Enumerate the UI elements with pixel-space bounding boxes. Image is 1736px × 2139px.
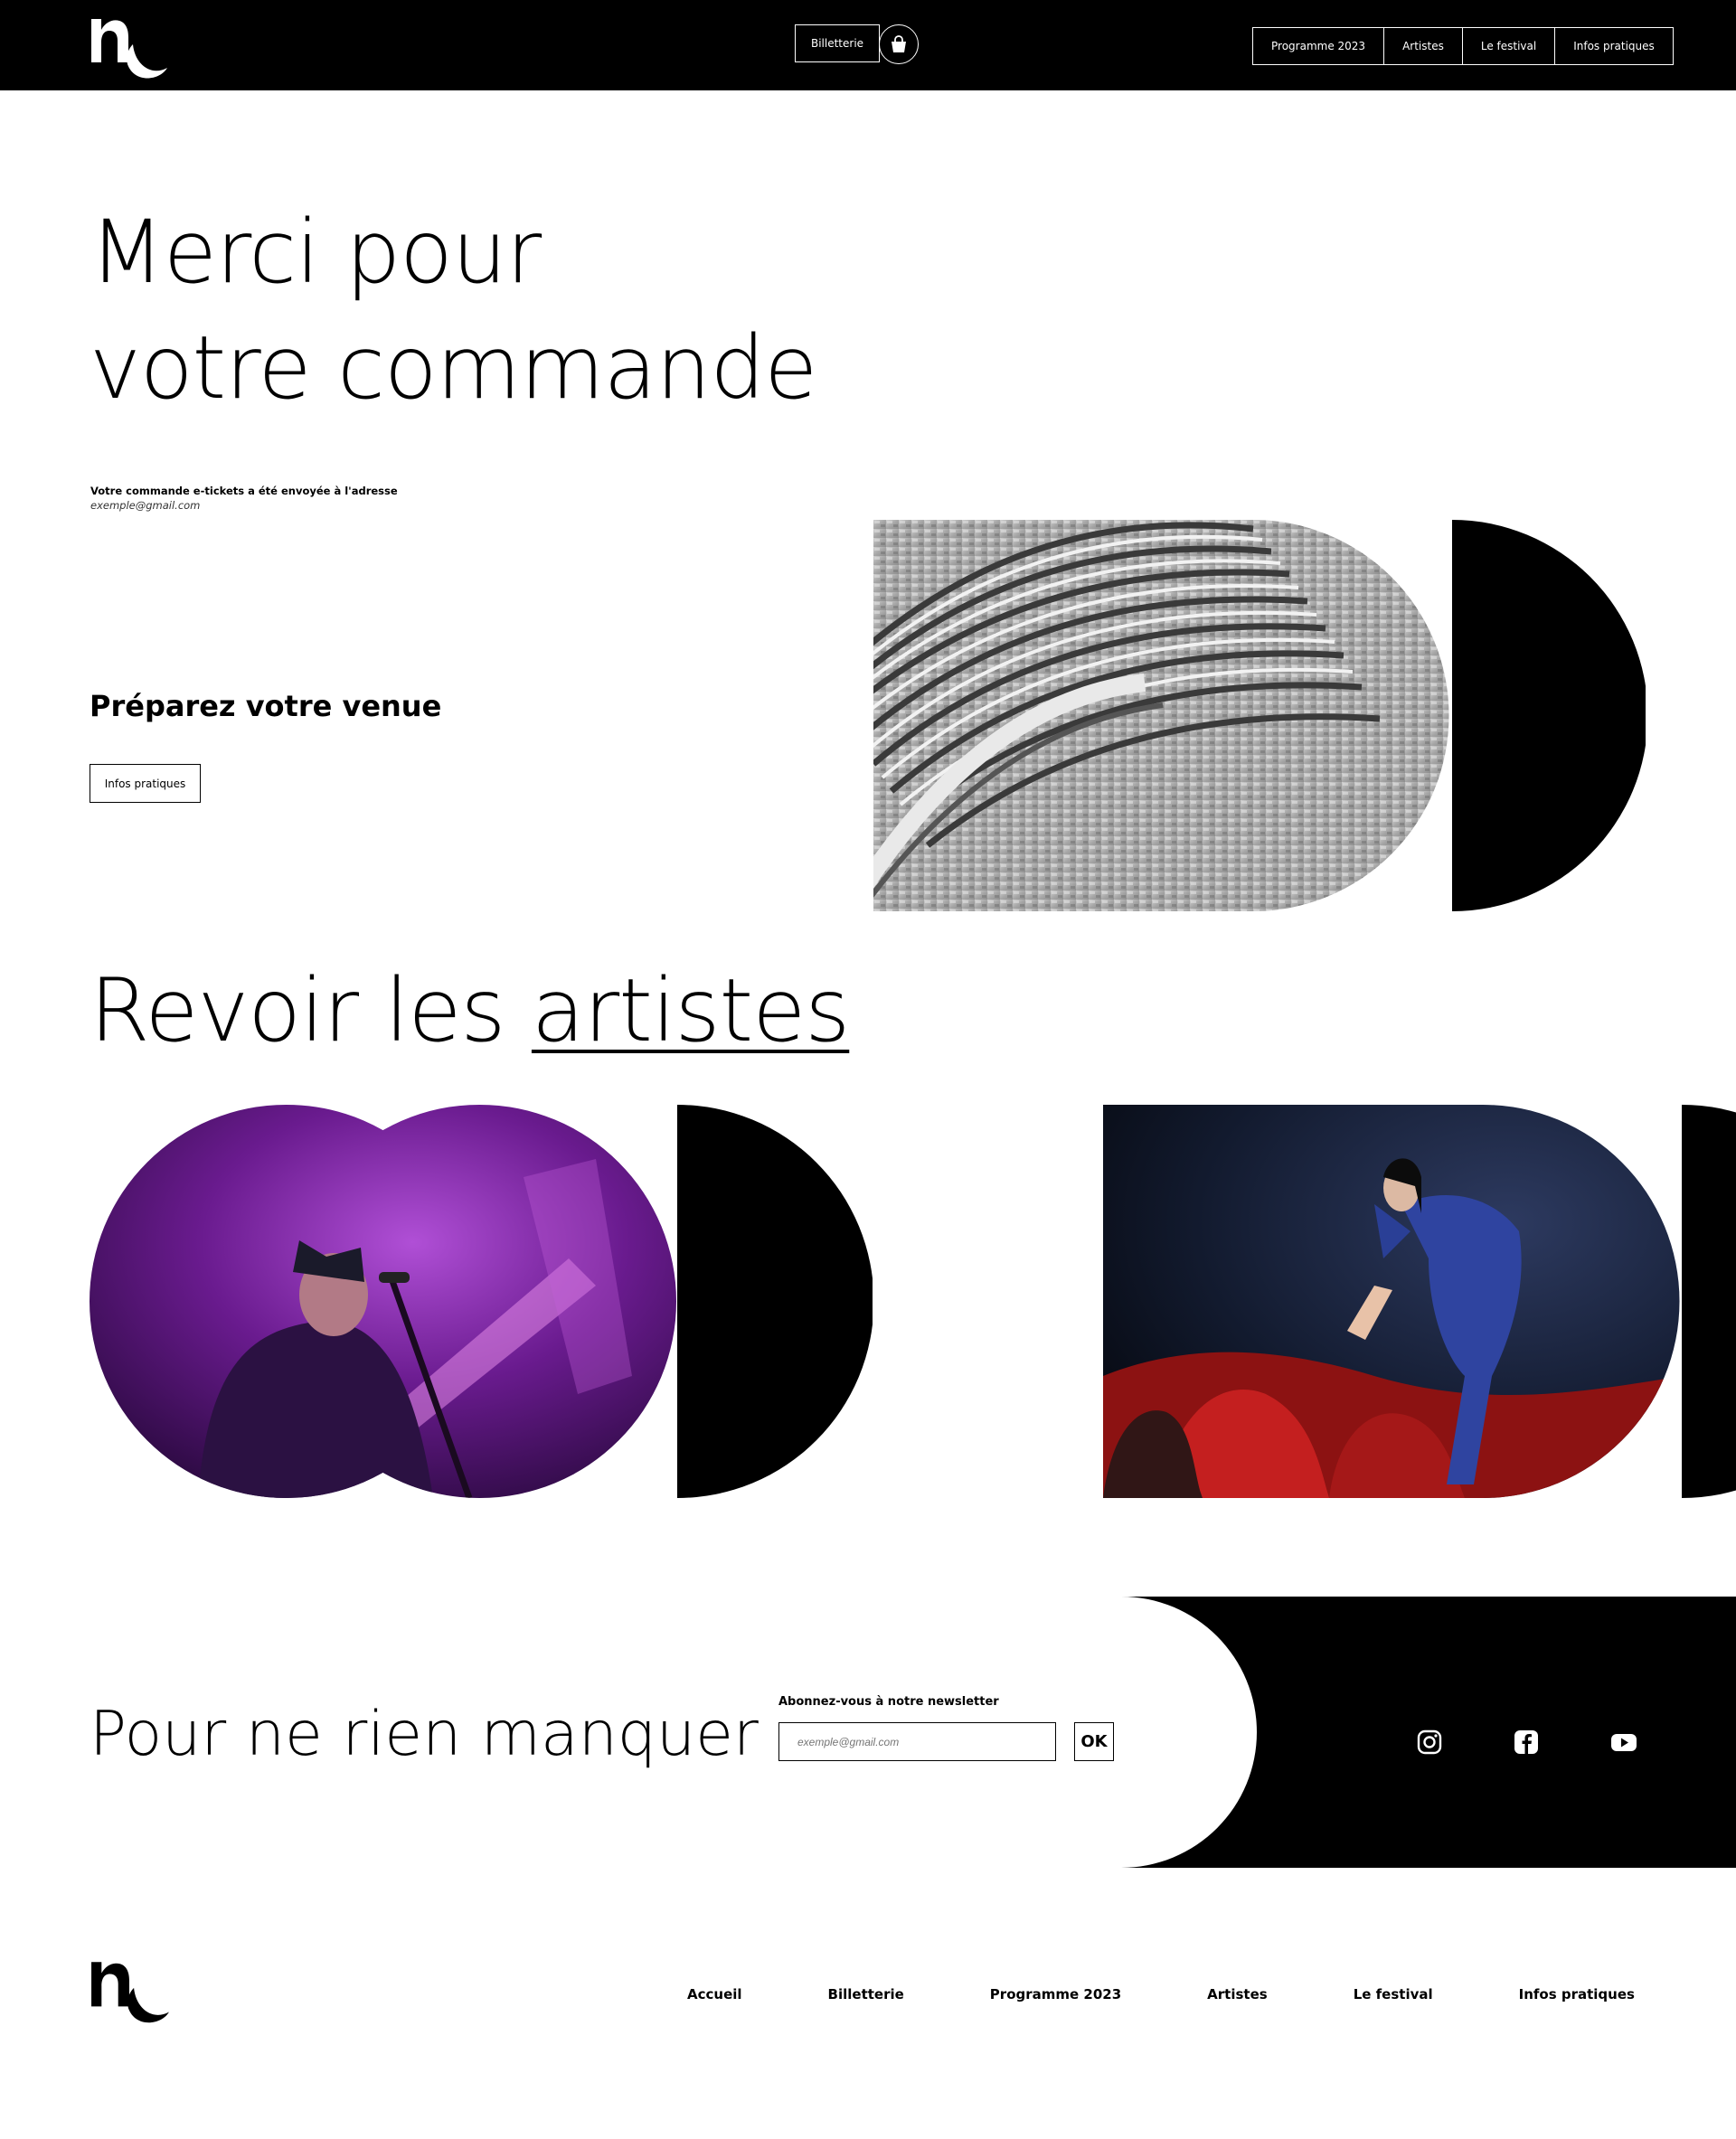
newsletter-heading: Pour ne rien manquer [90,1699,759,1770]
top-navigation: Programme 2023 Artistes Le festival Info… [1252,27,1674,65]
prepare-heading: Préparez votre venue [90,689,442,723]
facebook-icon [1514,1730,1538,1754]
title-line-1: Merci pour [90,202,542,303]
shopping-bag-icon [892,35,906,52]
youtube-icon [1611,1734,1637,1751]
title-line-2: votre commande [90,317,817,419]
infos-pratiques-button[interactable]: Infos pratiques [90,764,201,803]
festival-logo[interactable] [90,17,169,80]
confirmation-email: exemple@gmail.com [90,499,201,512]
order-confirmation-note: Votre commande e-tickets a été envoyée à… [90,484,398,513]
footer-logo[interactable] [90,1960,171,2025]
footer-link-infos-pratiques[interactable]: Infos pratiques [1519,1986,1635,2002]
facebook-link[interactable] [1512,1728,1541,1757]
artist-photo-stage[interactable] [1103,1105,1736,1498]
footer-link-billetterie[interactable]: Billetterie [828,1986,904,2002]
youtube-link[interactable] [1609,1728,1638,1757]
confirmation-text: Votre commande e-tickets a été envoyée à… [90,485,398,497]
footer-link-festival[interactable]: Le festival [1354,1986,1433,2002]
footer-link-artistes[interactable]: Artistes [1207,1986,1268,2002]
artists-heading-text: Revoir les [90,960,532,1061]
page-title: Merci pour votre commande [90,194,817,426]
amphitheatre-image [873,520,1646,911]
instagram-icon [1417,1729,1442,1755]
artist-photo-purple[interactable] [90,1105,873,1498]
newsletter-label: Abonnez-vous à notre newsletter [778,1695,999,1709]
newsletter-email-input[interactable] [778,1722,1056,1761]
nav-infos-pratiques[interactable]: Infos pratiques [1554,28,1673,64]
footer-link-accueil[interactable]: Accueil [687,1986,742,2002]
site-header: Billetterie Programme 2023 Artistes Le f… [0,0,1736,90]
billetterie-button[interactable]: Billetterie [795,24,880,62]
artists-link[interactable]: artistes [532,960,850,1061]
instagram-link[interactable] [1415,1728,1444,1757]
nav-festival[interactable]: Le festival [1461,28,1554,64]
artists-heading: Revoir les artistes [90,960,850,1061]
nav-programme[interactable]: Programme 2023 [1253,28,1383,64]
cart-button[interactable] [879,24,919,64]
footer-link-programme[interactable]: Programme 2023 [990,1986,1121,2002]
newsletter-ok-button[interactable]: OK [1074,1722,1114,1761]
nav-artistes[interactable]: Artistes [1383,28,1462,64]
footer-navigation: Accueil Billetterie Programme 2023 Artis… [687,1986,1635,2002]
